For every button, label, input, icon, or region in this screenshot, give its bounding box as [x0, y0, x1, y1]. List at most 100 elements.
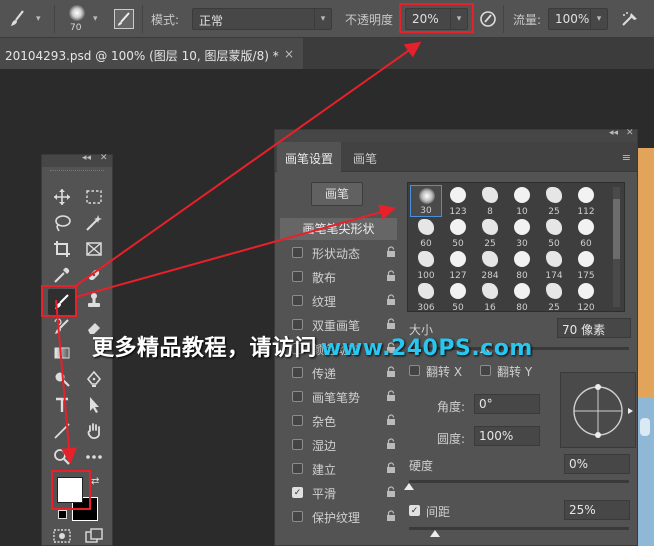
tool-preset-chevron-icon[interactable]: ▾: [36, 14, 41, 24]
brush-preset[interactable]: 306: [410, 281, 442, 311]
brush-preset[interactable]: 112: [570, 185, 602, 217]
brush-option-checkbox[interactable]: [292, 295, 303, 306]
brush-option-checkbox[interactable]: [292, 439, 303, 450]
brush-settings-toggle-icon[interactable]: [114, 9, 134, 29]
brushes-button[interactable]: 画笔: [311, 182, 363, 206]
lock-icon[interactable]: [385, 390, 397, 402]
collapse-icon[interactable]: ◂◂: [609, 128, 618, 138]
pen-tool-icon[interactable]: [82, 368, 106, 390]
brush-option-checkbox[interactable]: [292, 511, 303, 522]
brush-option-checkbox[interactable]: [292, 415, 303, 426]
lasso-tool-icon[interactable]: [50, 212, 74, 234]
brush-option-checkbox[interactable]: [292, 319, 303, 330]
brush-option-row[interactable]: 保护纹理: [280, 506, 397, 528]
brush-option-checkbox[interactable]: [292, 247, 303, 258]
lock-icon[interactable]: [385, 486, 397, 498]
brush-option-checkbox[interactable]: [292, 367, 303, 378]
lock-icon[interactable]: [385, 462, 397, 474]
spacing-input[interactable]: 25%: [564, 500, 630, 520]
hardness-slider-track[interactable]: [409, 480, 629, 483]
marquee-tool-icon[interactable]: [82, 186, 106, 208]
brush-option-row[interactable]: 画笔笔势: [280, 386, 397, 408]
brush-option-row[interactable]: ✓ 平滑: [280, 482, 397, 504]
brush-option-row[interactable]: 纹理: [280, 290, 397, 312]
brush-option-row[interactable]: 杂色: [280, 410, 397, 432]
frame-tool-icon[interactable]: [82, 238, 106, 260]
brush-preset[interactable]: 123: [442, 185, 474, 217]
lock-icon[interactable]: [385, 366, 397, 378]
angle-roundness-widget[interactable]: [560, 372, 636, 448]
lock-icon[interactable]: [385, 270, 397, 282]
lock-icon[interactable]: [385, 294, 397, 306]
default-colors-icon[interactable]: [58, 510, 67, 519]
spacing-slider-knob[interactable]: [430, 530, 440, 537]
brush-option-row[interactable]: 建立: [280, 458, 397, 480]
collapse-icon[interactable]: ◂◂: [82, 153, 91, 163]
swap-colors-icon[interactable]: ⇄: [91, 476, 99, 487]
brush-option-row[interactable]: 散布: [280, 266, 397, 288]
size-input[interactable]: 70 像素: [557, 318, 631, 338]
brush-preset[interactable]: 174: [538, 249, 570, 281]
hand-tool-icon[interactable]: [82, 420, 106, 442]
angle-input[interactable]: 0°: [474, 394, 540, 414]
brush-preset[interactable]: 120: [570, 281, 602, 311]
quick-mask-icon[interactable]: [50, 525, 74, 546]
brush-preset[interactable]: 25: [538, 185, 570, 217]
close-icon[interactable]: ×: [284, 47, 294, 61]
tab-brushes[interactable]: 画笔: [345, 142, 385, 172]
hardness-slider-knob[interactable]: [404, 483, 414, 490]
panel-menu-icon[interactable]: ≡: [622, 151, 631, 164]
brush-option-row[interactable]: 湿边: [280, 434, 397, 456]
lock-icon[interactable]: [385, 246, 397, 258]
brush-option-checkbox[interactable]: ✓: [292, 487, 303, 498]
tab-brush-settings[interactable]: 画笔设置: [277, 142, 342, 172]
brush-preset[interactable]: 8: [474, 185, 506, 217]
eyedropper-icon[interactable]: [50, 264, 74, 286]
flow-input[interactable]: 100% ▾: [548, 8, 608, 30]
brush-option-checkbox[interactable]: [292, 463, 303, 474]
zoom-tool-icon[interactable]: [50, 446, 74, 468]
more-tools-icon[interactable]: [82, 446, 106, 468]
line-tool-icon[interactable]: [50, 420, 74, 442]
brush-preset[interactable]: 16: [474, 281, 506, 311]
close-icon[interactable]: ✕: [100, 153, 108, 163]
brush-preset[interactable]: 80: [506, 249, 538, 281]
preset-scrollbar[interactable]: [613, 187, 620, 307]
pressure-opacity-icon[interactable]: [476, 8, 500, 30]
magic-wand-icon[interactable]: [82, 212, 106, 234]
flip-x-checkbox[interactable]: [409, 365, 420, 376]
brush-preset[interactable]: 80: [506, 281, 538, 311]
screen-mode-icon[interactable]: [82, 525, 106, 546]
brush-option-row[interactable]: 传递: [280, 362, 397, 384]
brush-option-checkbox[interactable]: [292, 391, 303, 402]
clone-stamp-icon[interactable]: [82, 290, 106, 312]
brush-preset[interactable]: 30: [506, 217, 538, 249]
spacing-checkbox[interactable]: ✓: [409, 505, 420, 516]
brush-tool-icon[interactable]: [6, 8, 30, 30]
brush-preset[interactable]: 50: [442, 217, 474, 249]
history-brush-icon[interactable]: [50, 316, 74, 338]
close-icon[interactable]: ✕: [626, 128, 634, 138]
brush-option-checkbox[interactable]: [292, 271, 303, 282]
crop-tool-icon[interactable]: [50, 238, 74, 260]
brush-preset[interactable]: 25: [538, 281, 570, 311]
toolbox-grip[interactable]: [50, 170, 104, 180]
brush-preset[interactable]: 284: [474, 249, 506, 281]
brush-preset[interactable]: 10: [506, 185, 538, 217]
brush-picker-chevron-icon[interactable]: ▾: [93, 14, 98, 24]
brush-preset[interactable]: 175: [570, 249, 602, 281]
healing-brush-icon[interactable]: [82, 264, 106, 286]
flip-y-checkbox[interactable]: [480, 365, 491, 376]
brush-preset[interactable]: 50: [538, 217, 570, 249]
brush-tip-shape-item[interactable]: 画笔笔尖形状: [280, 218, 397, 240]
mode-select[interactable]: 正常 ▾: [192, 8, 332, 30]
brush-preset-grid[interactable]: 30 123 8 10 25 112 60 50 25 30 50 60 100 127 284 80 174 1…: [407, 182, 625, 312]
brush-size-picker[interactable]: 70: [64, 3, 90, 35]
spacing-slider-track[interactable]: [409, 527, 629, 530]
type-tool-icon[interactable]: [50, 394, 74, 416]
lock-icon[interactable]: [385, 438, 397, 450]
roundness-input[interactable]: 100%: [474, 426, 540, 446]
brush-preset[interactable]: 50: [442, 281, 474, 311]
move-tool-icon[interactable]: [50, 186, 74, 208]
document-tab[interactable]: 20104293.psd @ 100% (图层 10, 图层蒙版/8) *: [0, 38, 303, 69]
